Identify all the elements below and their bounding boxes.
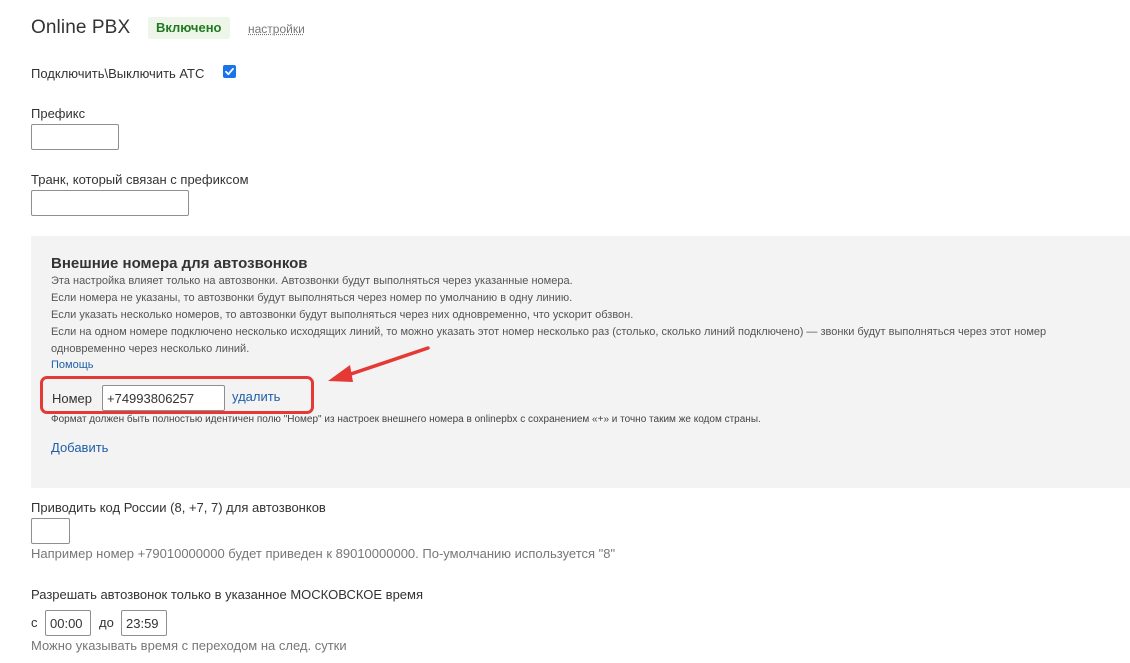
external-numbers-title: Внешние номера для автозвонков (51, 255, 308, 272)
settings-link[interactable]: настройки (248, 22, 305, 36)
time-from-label: с (31, 615, 38, 630)
time-window-label: Разрешать автозвонок только в указанное … (31, 587, 423, 602)
status-badge: Включено (148, 17, 230, 39)
help-link[interactable]: Помощь (51, 359, 94, 371)
description-line: Если на одном номере подключено нескольк… (51, 326, 1047, 338)
description-line: Эта настройка влияет только на автозвонк… (51, 275, 573, 287)
prefix-label: Префикс (31, 106, 86, 121)
time-to-input[interactable] (121, 610, 167, 636)
format-note: Формат должен быть полностью идентичен п… (51, 414, 761, 425)
highlight-annotation-box (40, 376, 314, 414)
country-code-hint: Например номер +79010000000 будет привед… (31, 546, 616, 561)
enable-pbx-label: Подключить\Выключить АТС (31, 66, 205, 81)
add-number-link[interactable]: Добавить (51, 440, 108, 455)
description-line: Если указать несколько номеров, то автоз… (51, 309, 634, 321)
page-title: Online PBX (31, 17, 131, 38)
enable-pbx-checkbox[interactable] (223, 65, 236, 78)
time-from-input[interactable] (45, 610, 91, 636)
country-code-label: Приводить код России (8, +7, 7) для авто… (31, 500, 326, 515)
description-line: одновременно через несколько линий. (51, 343, 250, 355)
prefix-input[interactable] (31, 124, 119, 150)
annotation-arrow-icon (328, 346, 430, 382)
trunk-label: Транк, который связан с префиксом (31, 172, 249, 187)
trunk-input[interactable] (31, 190, 189, 216)
external-numbers-panel (31, 236, 1130, 488)
time-to-label: до (99, 615, 114, 630)
time-window-hint: Можно указывать время с переходом на сле… (31, 638, 347, 653)
country-code-input[interactable] (31, 518, 70, 544)
description-line: Если номера не указаны, то автозвонки бу… (51, 292, 573, 304)
checkmark-icon (225, 67, 234, 76)
